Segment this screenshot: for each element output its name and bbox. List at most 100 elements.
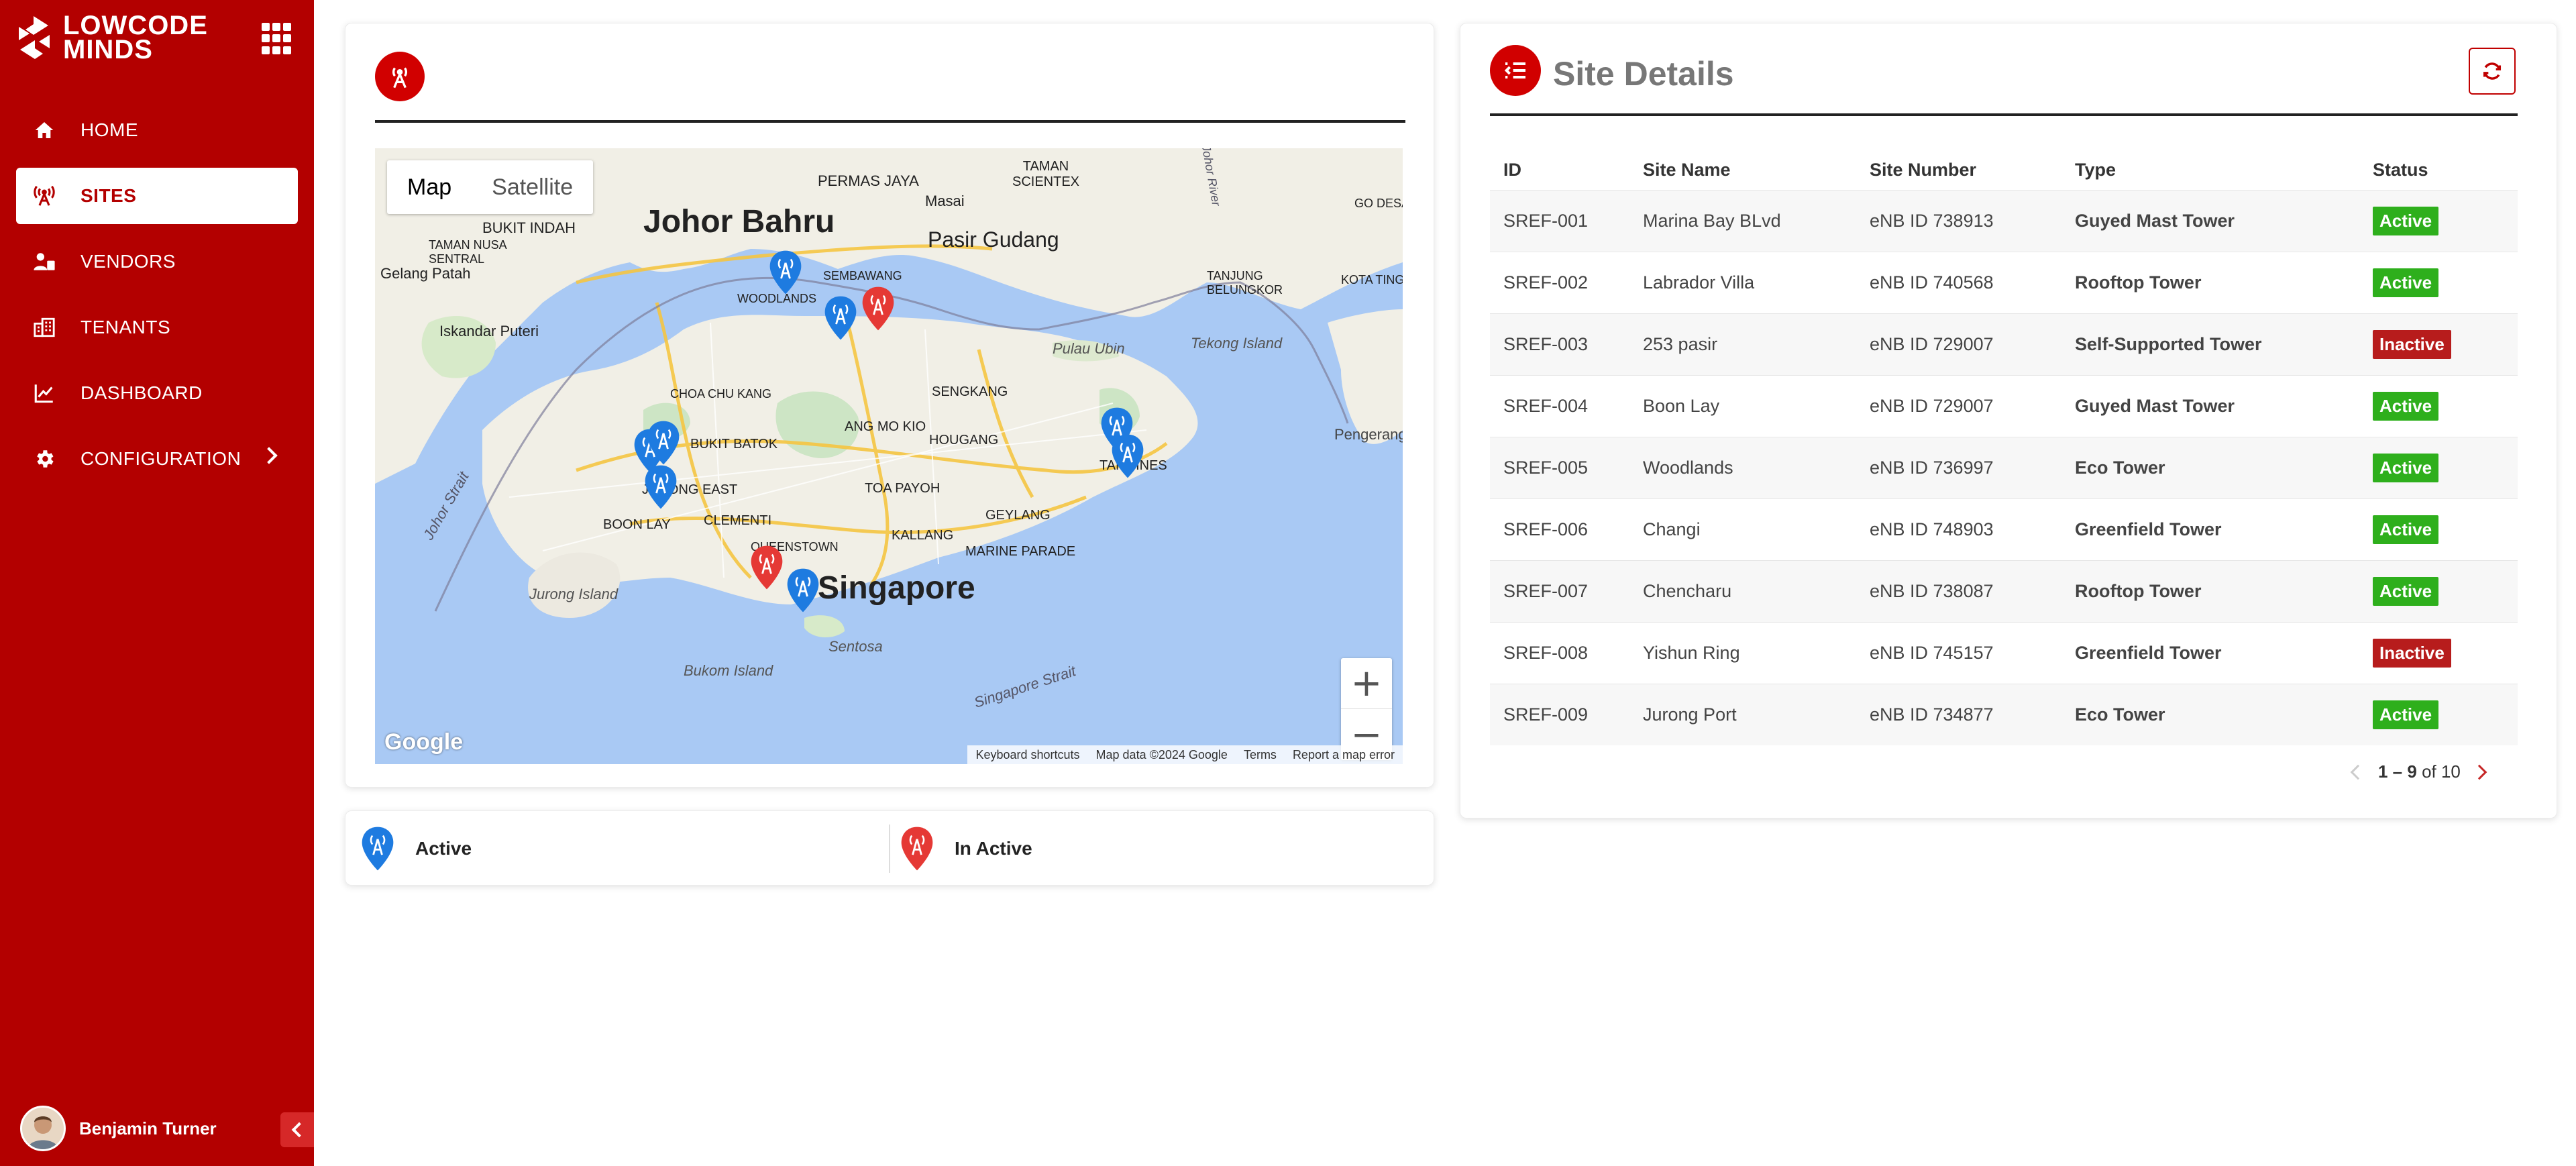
cell-status: Active [2359, 251, 2518, 313]
legend-active-label: Active [415, 838, 472, 859]
sidebar-item-label: SITES [80, 185, 137, 206]
report-error-link[interactable]: Report a map error [1285, 748, 1403, 762]
map-label: GO DESA [1354, 197, 1403, 210]
table-row[interactable]: SREF-008 Yishun Ring eNB ID 745157 Greenfie… [1490, 621, 2518, 684]
map-pin-active[interactable] [646, 419, 681, 470]
divider [889, 825, 890, 873]
cell-site-name[interactable]: Chencharu [1629, 560, 1856, 622]
sidebar-item-configuration[interactable]: CONFIGURATION [16, 431, 298, 487]
status-badge: Active [2373, 453, 2439, 482]
table-row[interactable]: SREF-002 Labrador Villa eNB ID 740568 Rooft… [1490, 251, 2518, 313]
tab-map[interactable]: Map [387, 160, 472, 214]
cell-type: Greenfield Tower [2061, 498, 2359, 560]
map-label: TOA PAYOH [865, 481, 941, 496]
sites-map[interactable]: Johor Bahru Singapore Pasir Gudang Juron… [375, 148, 1403, 764]
map-card: Johor Bahru Singapore Pasir Gudang Juron… [345, 23, 1434, 788]
map-pin-active[interactable] [643, 464, 678, 514]
sidebar-item-sites[interactable]: SITES [16, 168, 298, 224]
column-header-site-name[interactable]: Site Name [1629, 151, 1856, 190]
map-label: TANJUNG BELUNGKOR [1207, 269, 1283, 297]
terms-link[interactable]: Terms [1236, 748, 1285, 762]
sidebar-item-vendors[interactable]: VENDORS [16, 233, 298, 290]
column-header-status[interactable]: Status [2359, 151, 2518, 190]
column-header-type[interactable]: Type [2061, 151, 2359, 190]
map-pin-active[interactable] [823, 295, 858, 345]
legend-inactive: In Active [900, 811, 1032, 886]
next-page-icon[interactable] [2471, 764, 2487, 780]
table-row[interactable]: SREF-001 Marina Bay BLvd eNB ID 738913 Guye… [1490, 189, 2518, 252]
sidebar-item-tenants[interactable]: TENANTS [16, 299, 298, 356]
page-range: 1 – 9 [2378, 761, 2417, 782]
zoom-in-button[interactable]: + [1341, 658, 1392, 709]
map-label: Gelang Patah [380, 265, 471, 282]
cell-site-name[interactable]: 253 pasir [1629, 313, 1856, 375]
building-icon [32, 315, 56, 339]
prev-page-icon[interactable] [2350, 764, 2366, 780]
map-label: Tekong Island [1191, 335, 1283, 352]
cell-id: SREF-003 [1490, 313, 1629, 375]
column-header-site-number[interactable]: Site Number [1856, 151, 2061, 190]
table-row[interactable]: SREF-009 Jurong Port eNB ID 734877 Eco Towe… [1490, 683, 2518, 745]
chart-icon [32, 381, 56, 405]
map-label: TAMAN NUSA SENTRAL [429, 238, 506, 266]
gear-icon [32, 447, 56, 471]
collapse-sidebar-button[interactable] [280, 1112, 314, 1147]
cell-id: SREF-005 [1490, 436, 1629, 498]
cell-status: Inactive [2359, 621, 2518, 684]
cell-id: SREF-006 [1490, 498, 1629, 560]
apps-grid-icon[interactable] [262, 23, 294, 55]
keyboard-shortcuts-link[interactable]: Keyboard shortcuts [967, 748, 1087, 762]
table-row[interactable]: SREF-003 253 pasir eNB ID 729007 Self-Suppo… [1490, 313, 2518, 375]
map-label: TAMAN SCIENTEX [1012, 159, 1080, 189]
tab-satellite[interactable]: Satellite [472, 160, 593, 214]
map-pin-active[interactable] [768, 249, 803, 299]
map-label: ANG MO KIO [845, 419, 926, 434]
map-label: Masai [925, 193, 965, 209]
cell-site-number: eNB ID 740568 [1856, 251, 2061, 313]
map-pin-inactive[interactable] [749, 544, 784, 594]
column-header-id[interactable]: ID [1490, 151, 1629, 190]
table-row[interactable]: SREF-005 Woodlands eNB ID 736997 Eco Tower A… [1490, 436, 2518, 498]
status-badge: Inactive [2373, 329, 2451, 359]
map-label: Pengerang [1334, 426, 1403, 443]
map-label: SEMBAWANG [823, 269, 902, 282]
cell-site-number: eNB ID 729007 [1856, 374, 2061, 437]
cell-site-name[interactable]: Labrador Villa [1629, 251, 1856, 313]
sidebar-item-label: VENDORS [80, 251, 176, 272]
cell-type: Eco Tower [2061, 683, 2359, 745]
cell-site-number: eNB ID 738087 [1856, 560, 2061, 622]
cell-site-name: Yishun Ring [1629, 621, 1856, 684]
sidebar: LOWCODE MINDS HOME SITES VENDORS TENANTS… [0, 0, 314, 1166]
table-row[interactable]: SREF-004 Boon Lay eNB ID 729007 Guyed Mast … [1490, 374, 2518, 437]
refresh-button[interactable] [2469, 48, 2516, 95]
map-label: PERMAS JAYA [818, 172, 919, 189]
map-type-tabs: Map Satellite [387, 160, 594, 214]
map-label: BUKIT INDAH [482, 219, 576, 236]
cell-site-name[interactable]: Changi [1629, 498, 1856, 560]
logo-mark-icon [19, 16, 50, 59]
map-label: Singapore [818, 570, 975, 606]
map-attribution: Keyboard shortcuts Map data ©2024 Google… [967, 745, 1403, 764]
sidebar-item-home[interactable]: HOME [16, 102, 298, 158]
cell-status: Active [2359, 560, 2518, 622]
brand-logo[interactable]: LOWCODE MINDS [13, 11, 211, 64]
map-label: BUKIT BATOK [690, 437, 778, 452]
list-icon [1490, 45, 1541, 96]
map-pin-inactive[interactable] [861, 285, 896, 335]
brand-name: LOWCODE MINDS [63, 11, 208, 64]
table-row[interactable]: SREF-006 Changi eNB ID 748903 Greenfield To… [1490, 498, 2518, 560]
table-row[interactable]: SREF-007 Chencharu eNB ID 738087 Rooftop To… [1490, 560, 2518, 622]
user-profile[interactable]: Benjamin Turner [20, 1106, 217, 1151]
status-badge: Active [2373, 700, 2439, 729]
cell-status: Active [2359, 436, 2518, 498]
cell-status: Active [2359, 683, 2518, 745]
map-pin-active[interactable] [786, 567, 820, 617]
sidebar-item-dashboard[interactable]: DASHBOARD [16, 365, 298, 421]
cell-id: SREF-008 [1490, 621, 1629, 684]
map-pin-active[interactable] [1110, 433, 1145, 483]
cell-site-name[interactable]: Marina Bay BLvd [1629, 189, 1856, 252]
map-label: Jurong Island [529, 586, 619, 602]
cell-site-name[interactable]: Boon Lay [1629, 374, 1856, 437]
cell-site-number: eNB ID 734877 [1856, 683, 2061, 745]
cell-site-name[interactable]: Jurong Port [1629, 683, 1856, 745]
